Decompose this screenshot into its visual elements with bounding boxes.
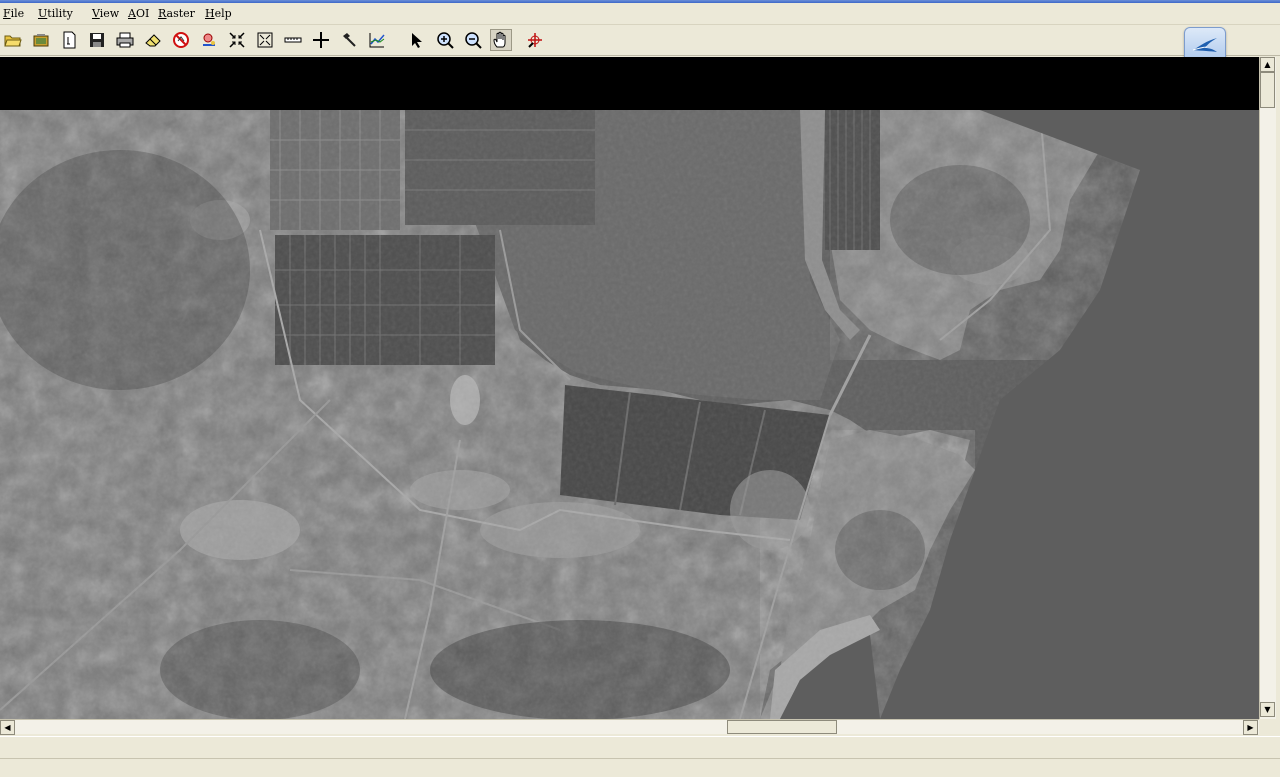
zoom-out-icon[interactable] bbox=[462, 29, 484, 51]
inquire-cursor-icon[interactable] bbox=[198, 29, 220, 51]
open-folder-icon[interactable] bbox=[2, 29, 24, 51]
crosshair-icon[interactable] bbox=[310, 29, 332, 51]
horizontal-scrollbar[interactable]: ◀ ▶ bbox=[0, 719, 1259, 735]
horizontal-scroll-thumb[interactable] bbox=[727, 720, 837, 734]
inquire-box-icon[interactable] bbox=[524, 29, 546, 51]
zoom-in-icon[interactable] bbox=[434, 29, 456, 51]
zoom-extent-icon[interactable] bbox=[254, 29, 276, 51]
scroll-right-button[interactable]: ▶ bbox=[1243, 720, 1258, 735]
menu-raster[interactable]: Raster bbox=[158, 7, 195, 20]
vertical-scrollbar[interactable]: ▲ ▼ bbox=[1259, 57, 1276, 719]
chart-profile-icon[interactable] bbox=[366, 29, 388, 51]
satellite-image[interactable] bbox=[0, 109, 1259, 719]
scroll-down-button[interactable]: ▼ bbox=[1260, 702, 1275, 717]
pan-hand-icon[interactable] bbox=[490, 29, 512, 51]
scroll-left-button[interactable]: ◀ bbox=[0, 720, 15, 735]
save-icon[interactable] bbox=[86, 29, 108, 51]
new-document-icon[interactable] bbox=[58, 29, 80, 51]
clear-view-icon[interactable] bbox=[170, 29, 192, 51]
image-viewer[interactable] bbox=[0, 57, 1259, 719]
scrollbar-corner bbox=[1259, 719, 1280, 734]
measure-ruler-icon[interactable] bbox=[282, 29, 304, 51]
toolbar bbox=[0, 25, 1280, 56]
menu-file[interactable]: File bbox=[3, 7, 24, 20]
scroll-up-button[interactable]: ▲ bbox=[1260, 57, 1275, 72]
menu-bar: File Utility View AOI Raster Help bbox=[0, 3, 1280, 25]
tools-hammer-icon[interactable] bbox=[338, 29, 360, 51]
menu-help[interactable]: Help bbox=[205, 7, 232, 20]
print-icon[interactable] bbox=[114, 29, 136, 51]
eraser-icon[interactable] bbox=[142, 29, 164, 51]
fit-to-window-icon[interactable] bbox=[226, 29, 248, 51]
status-line bbox=[0, 758, 1280, 777]
menu-aoi[interactable]: AOI bbox=[128, 7, 149, 20]
menu-utility[interactable]: Utility bbox=[38, 7, 73, 20]
select-arrow-icon[interactable] bbox=[406, 29, 428, 51]
menu-view[interactable]: View bbox=[92, 7, 119, 20]
vertical-scroll-thumb[interactable] bbox=[1260, 72, 1275, 108]
open-layer-icon[interactable] bbox=[30, 29, 52, 51]
status-bar bbox=[0, 736, 1280, 759]
